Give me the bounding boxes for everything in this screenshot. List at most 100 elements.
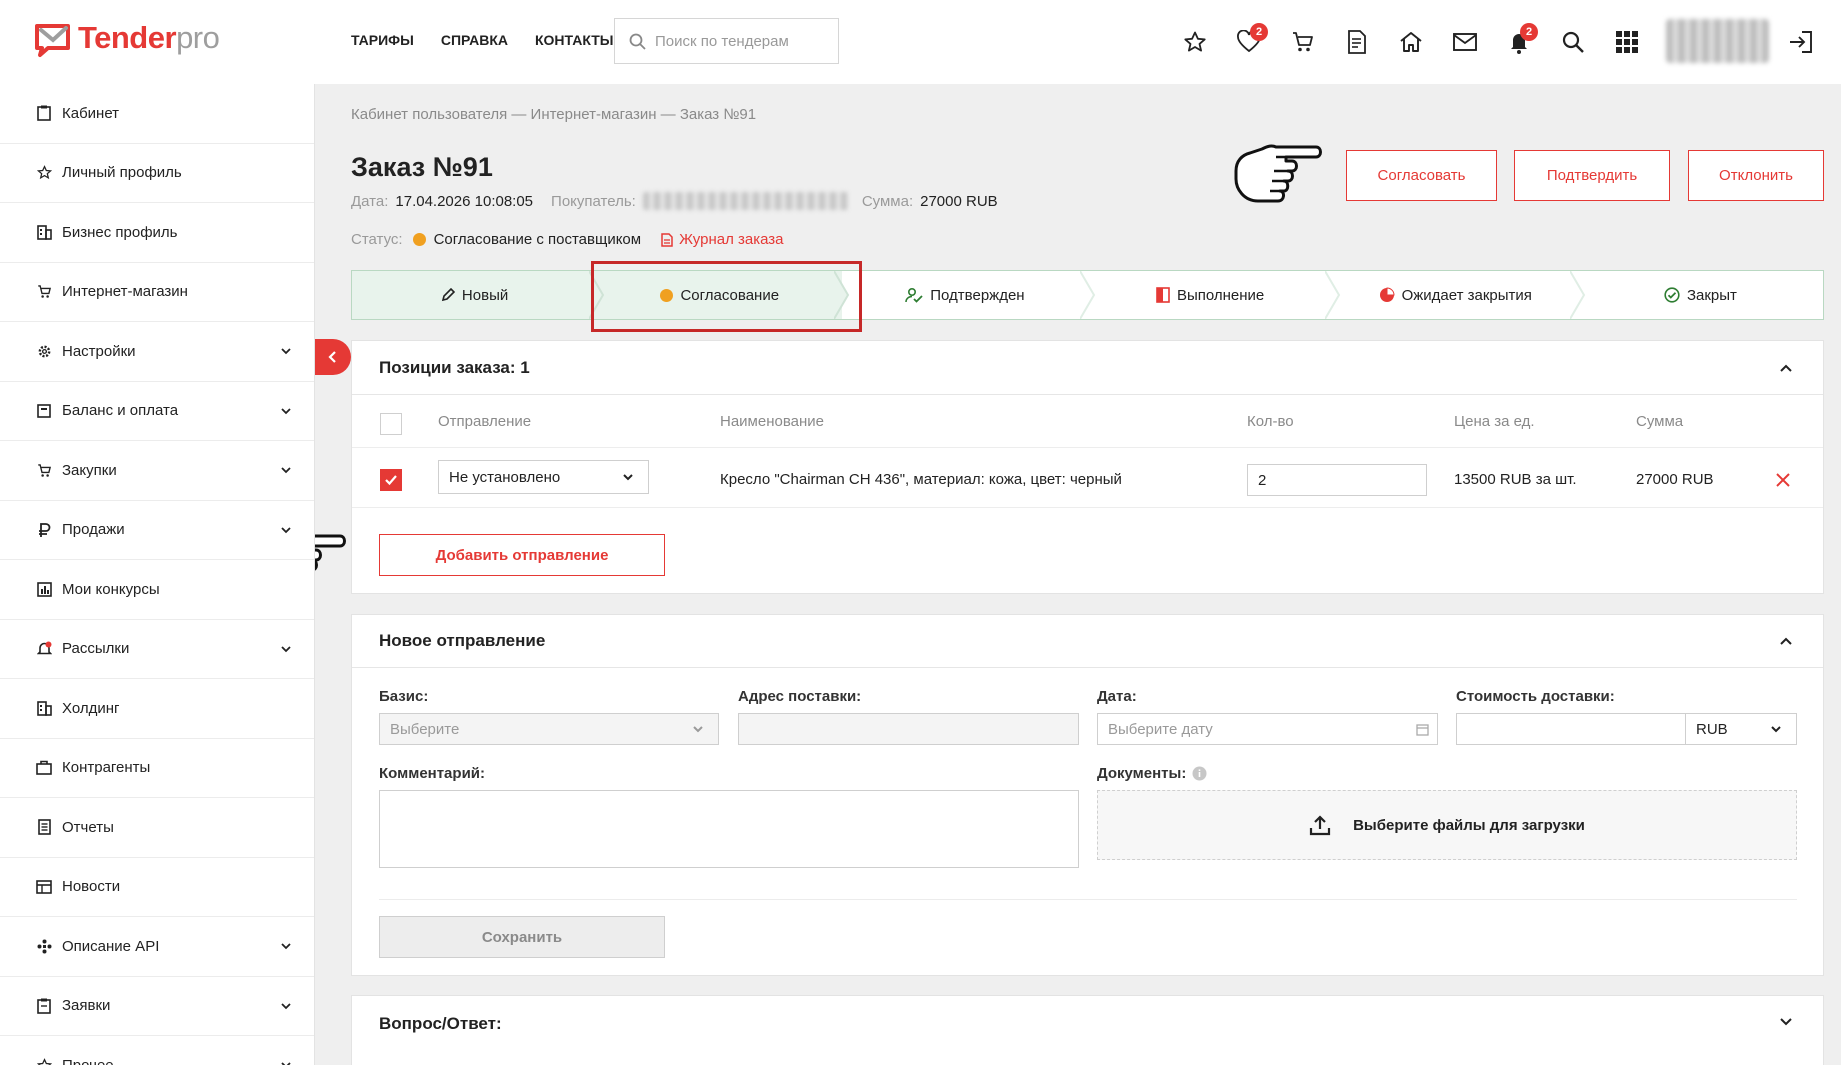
api-icon: [36, 938, 52, 954]
sidebar-item-news[interactable]: Новости: [0, 858, 314, 917]
bell-icon[interactable]: 2: [1504, 23, 1538, 57]
chevron-up-icon[interactable]: [1779, 362, 1793, 374]
step-closed[interactable]: Закрыт: [1578, 271, 1823, 319]
positions-header[interactable]: Позиции заказа: 1: [352, 341, 1823, 395]
nav-contacts[interactable]: КОНТАКТЫ: [535, 32, 613, 48]
user-check-icon: [905, 287, 923, 303]
sidebar-item-requests[interactable]: Заявки: [0, 977, 314, 1036]
row-sum: 27000 RUB: [1636, 471, 1714, 488]
sidebar-item-label: Кабинет: [62, 104, 120, 122]
sidebar-item-other[interactable]: Прочее: [0, 1036, 314, 1065]
search-icon[interactable]: [1558, 27, 1588, 57]
address-input[interactable]: [738, 713, 1079, 745]
home-icon[interactable]: [1396, 27, 1426, 57]
product-name: Кресло "Chairman CH 436", материал: кожа…: [720, 471, 1122, 488]
comment-textarea[interactable]: [379, 790, 1079, 868]
chevron-down-icon: [281, 408, 291, 415]
delivery-cost-input[interactable]: [1456, 713, 1686, 745]
sidebar-item-label: Интернет-магазин: [62, 283, 188, 301]
logo[interactable]: Tenderpro: [34, 18, 220, 58]
sidebar-item-online-shop[interactable]: Интернет-магазин: [0, 263, 314, 322]
sidebar-item-reports[interactable]: Отчеты: [0, 798, 314, 858]
step-separator: [1324, 271, 1340, 319]
nav-tariffs[interactable]: ТАРИФЫ: [351, 32, 414, 48]
shipment-select[interactable]: Не установлено: [438, 460, 649, 494]
date-picker[interactable]: Выберите дату: [1097, 713, 1438, 745]
sidebar-item-holding[interactable]: Холдинг: [0, 679, 314, 739]
star-icon[interactable]: [1180, 27, 1210, 57]
delete-row-icon[interactable]: [1775, 472, 1791, 488]
mail-icon[interactable]: [1450, 27, 1480, 57]
confirm-button[interactable]: Подтвердить: [1514, 150, 1670, 201]
step-approval[interactable]: Согласование: [597, 271, 850, 319]
sidebar-item-purchases[interactable]: Закупки: [0, 441, 314, 501]
basis-select[interactable]: Выберите: [379, 713, 719, 745]
sidebar-item-counterparties[interactable]: Контрагенты: [0, 739, 314, 798]
column-header-sum: Сумма: [1636, 413, 1684, 430]
qa-card: Вопрос/Ответ:: [351, 995, 1824, 1065]
cart-icon: [36, 462, 52, 478]
chevron-down-icon: [281, 527, 291, 534]
sidebar-collapse-button[interactable]: [315, 339, 351, 375]
top-header: Tenderpro ТАРИФЫ СПРАВКА КОНТАКТЫ 2 2: [0, 0, 1841, 84]
search-input[interactable]: [655, 32, 825, 50]
row-divider: [352, 447, 1823, 448]
clock-icon: [660, 288, 674, 302]
step-awaiting-close[interactable]: Ожидает закрытия: [1333, 271, 1586, 319]
sidebar-item-cabinet[interactable]: Кабинет: [0, 84, 314, 144]
status-value: Согласование с поставщиком: [433, 231, 642, 248]
logo-text: Tenderpro: [78, 20, 220, 55]
checkmark-icon: [385, 475, 397, 486]
currency-select[interactable]: RUB: [1685, 713, 1797, 745]
add-shipment-button[interactable]: Добавить отправление: [379, 534, 665, 576]
sidebar-item-personal-profile[interactable]: Личный профиль: [0, 144, 314, 203]
step-label: Закрыт: [1686, 286, 1737, 304]
document-icon[interactable]: [1342, 27, 1372, 57]
reject-button[interactable]: Отклонить: [1688, 150, 1824, 201]
sidebar-item-my-tenders[interactable]: Мои конкурсы: [0, 560, 314, 620]
chevron-up-icon[interactable]: [1779, 635, 1793, 647]
step-confirmed[interactable]: Подтвержден: [842, 271, 1095, 319]
approve-button[interactable]: Согласовать: [1346, 150, 1497, 201]
search-box[interactable]: [614, 18, 839, 64]
sidebar-item-settings[interactable]: Настройки: [0, 322, 314, 382]
sum-label: Сумма:: [861, 192, 914, 210]
qa-header[interactable]: Вопрос/Ответ:: [352, 996, 1823, 1048]
cart-icon[interactable]: [1288, 27, 1318, 57]
sidebar-item-business-profile[interactable]: Бизнес профиль: [0, 203, 314, 263]
row-checkbox[interactable]: [380, 469, 402, 491]
info-icon[interactable]: [1192, 766, 1207, 781]
step-new[interactable]: Новый: [352, 271, 605, 319]
sidebar-item-label: Прочее: [62, 1057, 114, 1065]
sidebar-item-sales[interactable]: Продажи: [0, 501, 314, 560]
new-shipment-header[interactable]: Новое отправление: [352, 615, 1823, 668]
order-journal-link[interactable]: Журнал заказа: [661, 231, 784, 248]
building-icon: [36, 224, 52, 240]
date-placeholder: Выберите дату: [1108, 720, 1213, 738]
sidebar-item-balance[interactable]: Баланс и оплата: [0, 382, 314, 441]
user-name-blurred[interactable]: [1666, 19, 1769, 63]
sidebar-item-label: Продажи: [62, 521, 125, 539]
chevron-down-icon: [281, 1062, 291, 1065]
nav-help[interactable]: СПРАВКА: [441, 32, 508, 48]
sidebar-item-label: Баланс и оплата: [62, 402, 179, 420]
order-stepper: Новый Согласование Подтвержден Выполнени…: [351, 270, 1824, 320]
sidebar-item-mailings[interactable]: Рассылки: [0, 620, 314, 679]
file-upload-dropzone[interactable]: Выберите файлы для загрузки: [1097, 790, 1797, 860]
progress-icon: [1156, 287, 1170, 303]
pie-icon: [1379, 287, 1395, 302]
bell-icon: [36, 641, 52, 657]
logout-icon[interactable]: [1786, 27, 1816, 57]
step-execution[interactable]: Выполнение: [1088, 271, 1340, 319]
apps-grid-icon[interactable]: [1612, 27, 1642, 57]
breadcrumb[interactable]: Кабинет пользователя — Интернет-магазин …: [351, 106, 756, 123]
delivery-cost-label: Стоимость доставки:: [1456, 688, 1615, 705]
chevron-down-icon[interactable]: [1779, 1016, 1793, 1028]
sidebar-item-api[interactable]: Описание API: [0, 917, 314, 977]
top-nav: ТАРИФЫ СПРАВКА КОНТАКТЫ: [351, 32, 613, 48]
save-button[interactable]: Сохранить: [379, 916, 665, 958]
heart-icon[interactable]: 2: [1234, 23, 1268, 57]
quantity-input[interactable]: [1247, 464, 1427, 496]
select-all-checkbox[interactable]: [380, 413, 402, 435]
documents-label-row: Документы:: [1097, 765, 1207, 782]
